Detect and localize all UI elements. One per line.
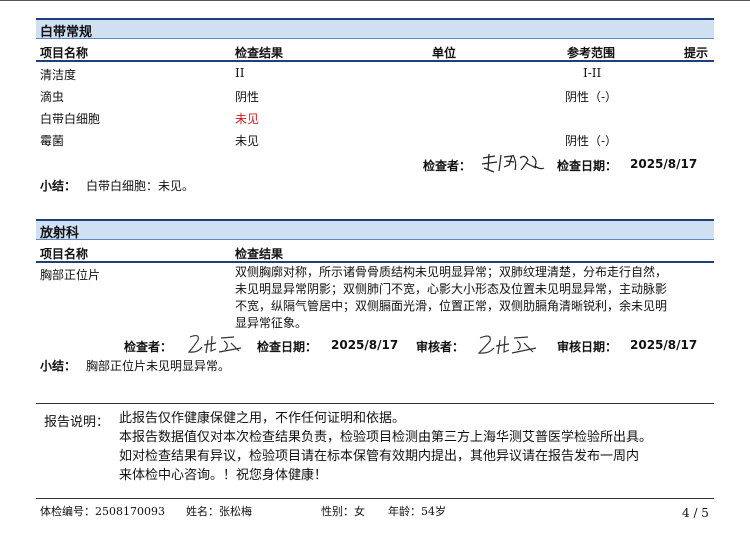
summary-label: 小结： <box>40 179 77 193</box>
summary-text: 白带白细胞：未见。 <box>86 179 195 193</box>
patient-name: 姓名：张松梅 <box>186 505 252 518</box>
inspector-signature <box>187 334 242 354</box>
header-underline <box>36 261 714 263</box>
col-header-name: 项目名称 <box>40 46 89 60</box>
row-name: 清洁度 <box>40 68 77 82</box>
col-header-result: 检查结果 <box>235 247 284 261</box>
inspector-signature <box>481 153 545 173</box>
summary-text: 胸部正位片未见明显异常。 <box>86 359 231 373</box>
notes-line: 本报告数据值仅对本次检查结果负责，检验项目检测由第三方上海华测艾普医学检验所出具… <box>119 430 653 445</box>
row-result-text: 双侧胸廓对称，所示诸骨骨质结构未见明显异常；双肺纹理清楚，分布走行自然， 未见明… <box>235 264 713 332</box>
section-header-radiology: 放射科 <box>36 219 714 241</box>
summary-label: 小结： <box>40 359 77 373</box>
reviewer-signature <box>477 335 537 355</box>
col-header-range: 参考范围 <box>567 46 616 60</box>
review-date-label: 审核日期： <box>557 340 618 354</box>
inspector-label: 检查者： <box>423 159 472 173</box>
row-result: II <box>235 66 245 80</box>
row-range: 阴性（-） <box>565 134 618 148</box>
section-header-leucorrhea: 白带常规 <box>36 18 714 40</box>
section-title: 白带常规 <box>40 25 93 40</box>
row-name: 胸部正位片 <box>40 268 101 282</box>
row-range: I-II <box>583 66 602 80</box>
inspector-label: 检查者： <box>124 340 173 354</box>
row-result: 未见 <box>235 134 260 148</box>
notes-line: 此报告仅作健康保健之用，不作任何证明和依据。 <box>119 411 406 426</box>
header-underline <box>36 60 714 62</box>
notes-label: 报告说明： <box>44 415 110 430</box>
result-line: 未见明显异常阴影；双侧肺门不宽，心影大小形态及位置未见明显异常，主动脉影 <box>235 282 668 296</box>
check-date: 2025/8/17 <box>630 157 698 171</box>
reviewer-label: 审核者： <box>416 340 465 354</box>
date-label: 检查日期： <box>557 159 618 173</box>
section-title: 放射科 <box>40 226 80 241</box>
date-label: 检查日期： <box>257 340 318 354</box>
notes-top-line <box>36 403 714 404</box>
notes-line: 来体检中心咨询。！祝您身体健康！ <box>119 468 328 483</box>
check-date: 2025/8/17 <box>331 338 399 352</box>
row-name: 霉菌 <box>40 134 65 148</box>
col-header-hint: 提示 <box>684 46 709 60</box>
review-date: 2025/8/17 <box>630 338 698 352</box>
row-name: 白带白细胞 <box>40 112 101 126</box>
notes-text: 此报告仅作健康保健之用，不作任何证明和依据。 本报告数据值仅对本次检查结果负责，… <box>119 409 719 485</box>
patient-gender: 性别：女 <box>321 505 365 518</box>
row-range: 阴性（-） <box>565 90 618 104</box>
result-line: 双侧胸廓对称，所示诸骨骨质结构未见明显异常；双肺纹理清楚，分布走行自然， <box>235 265 668 279</box>
footer-line <box>36 498 714 499</box>
row-name: 滴虫 <box>40 90 65 104</box>
page-number: 4 / 5 <box>682 506 709 520</box>
top-border <box>0 0 750 1</box>
notes-line: 如对检查结果有异议，检验项目请在标本保管有效期内提出，其他异议请在报告发布一周内 <box>119 449 640 464</box>
col-header-name: 项目名称 <box>40 247 89 261</box>
col-header-unit: 单位 <box>432 46 457 60</box>
result-line: 显异常征象。 <box>235 316 308 330</box>
exam-number: 体检编号：2508170093 <box>40 505 165 518</box>
row-result: 阴性 <box>235 90 260 104</box>
result-line: 不宽，纵隔气管居中；双侧膈面光滑，位置正常，双侧肋膈角清晰锐利，余未见明 <box>235 299 668 313</box>
row-result-abnormal: 未见 <box>235 112 260 126</box>
col-header-result: 检查结果 <box>235 46 284 60</box>
patient-age: 年龄：54岁 <box>388 505 446 518</box>
